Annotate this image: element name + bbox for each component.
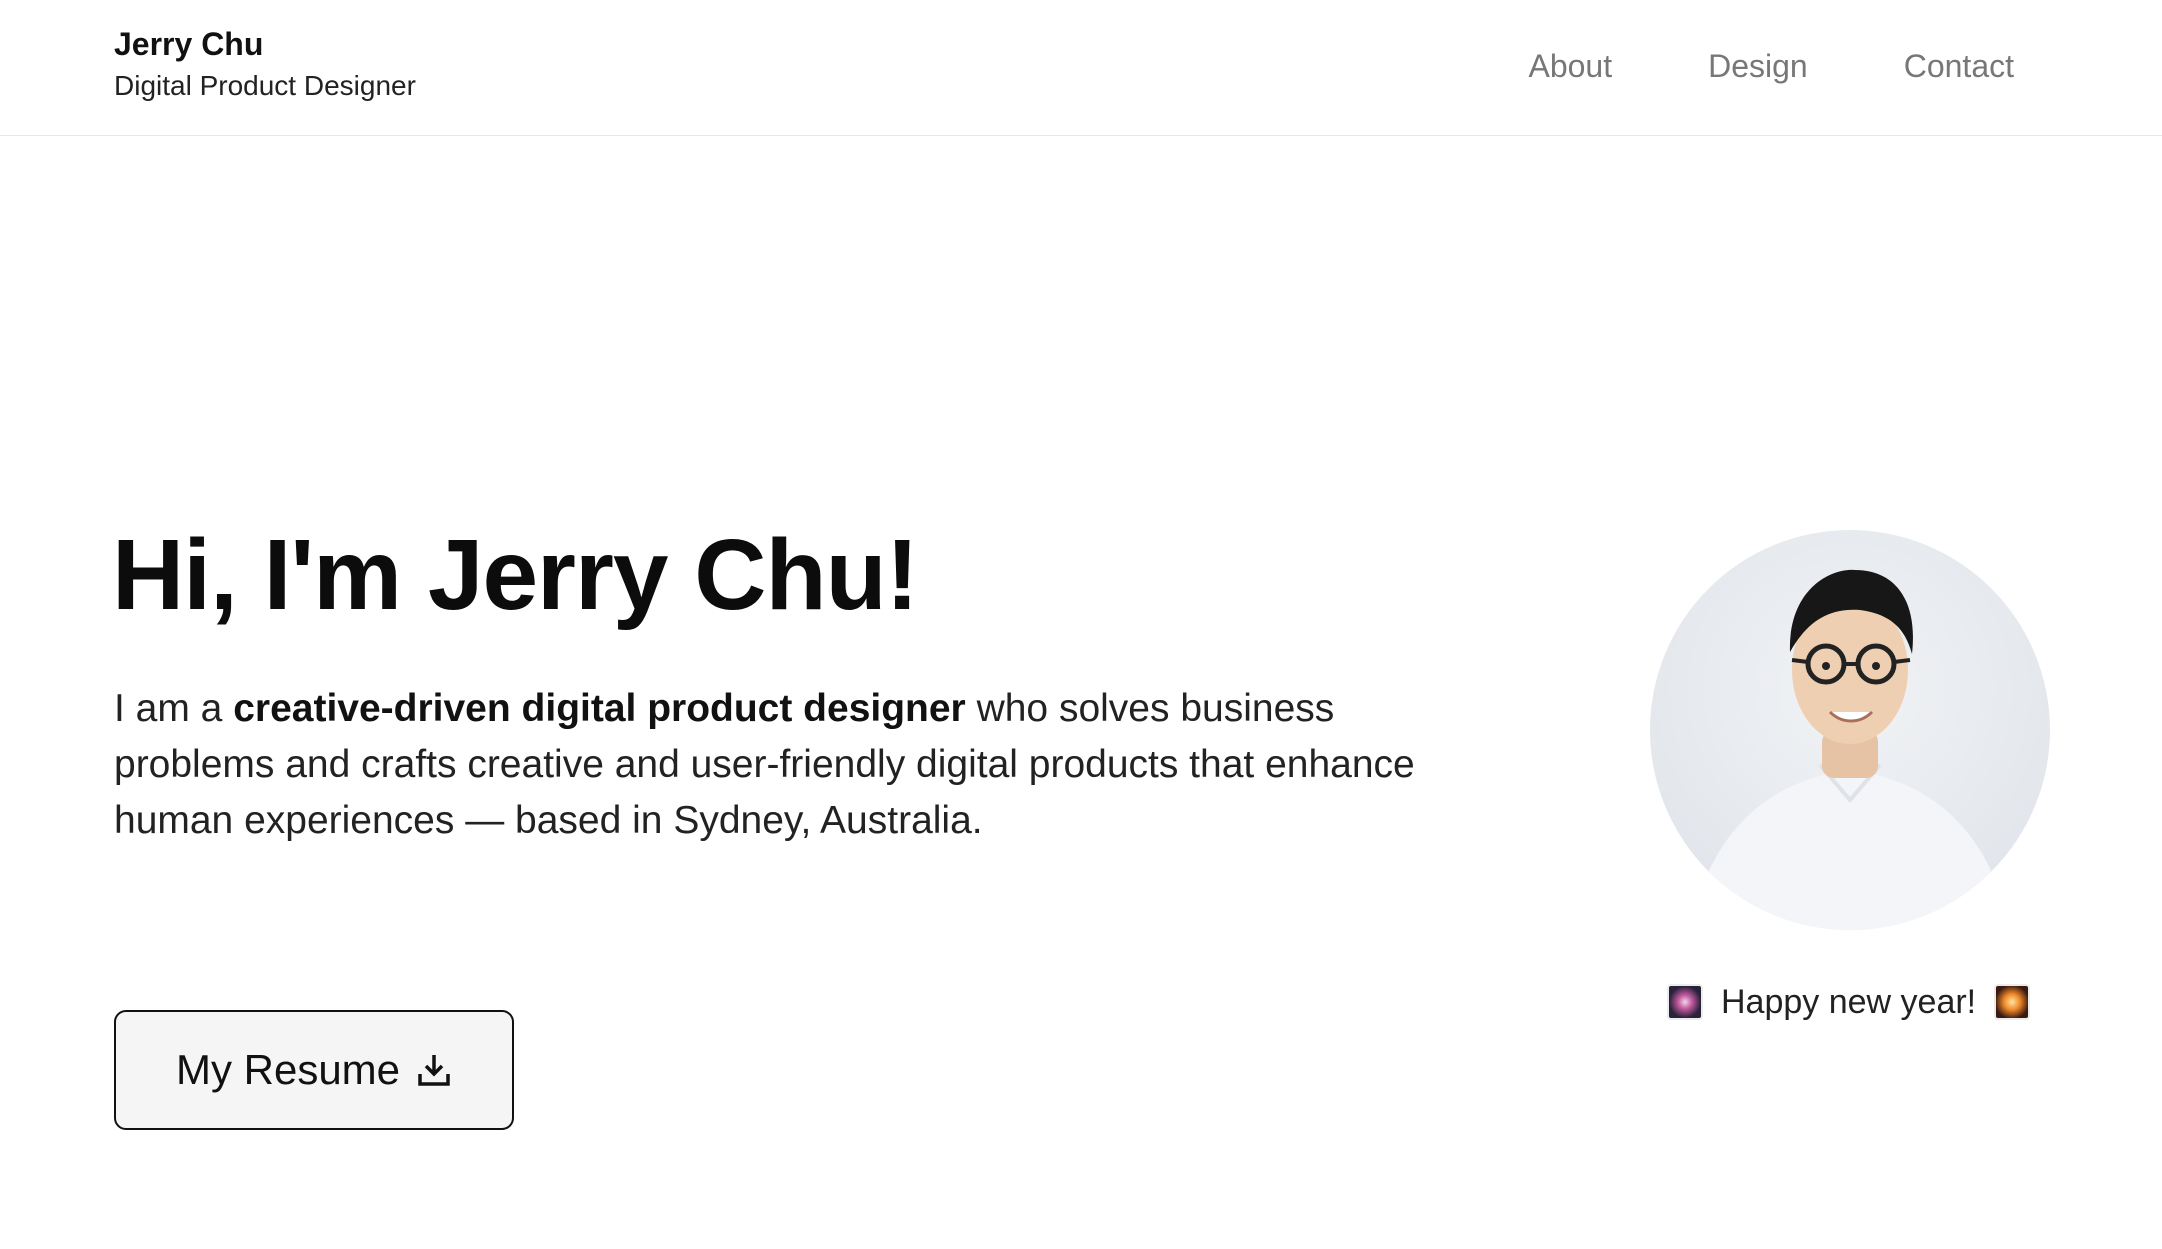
new-year-greeting: Happy new year! <box>1667 978 2031 1026</box>
hero-title: Hi, I'm Jerry Chu! <box>112 519 919 631</box>
nav-about[interactable]: About <box>1528 44 1612 88</box>
main-nav: About Design Contact <box>1528 44 2014 88</box>
nav-design[interactable]: Design <box>1708 44 1808 88</box>
profile-avatar <box>1650 530 2050 930</box>
hero-intro: I am a creative-driven digital product d… <box>114 681 1444 849</box>
intro-prefix: I am a <box>114 687 234 730</box>
brand-role: Digital Product Designer <box>114 70 416 101</box>
intro-highlight: creative-driven digital product designer <box>233 687 966 730</box>
firework-burst-icon <box>1994 984 2031 1020</box>
resume-label: My Resume <box>175 1046 401 1093</box>
brand[interactable]: Jerry Chu Digital Product Designer <box>114 24 416 106</box>
download-icon <box>416 1052 452 1088</box>
nav-contact[interactable]: Contact <box>1904 44 2014 88</box>
resume-button[interactable]: My Resume <box>114 1010 514 1130</box>
site-header: Jerry Chu Digital Product Designer About… <box>0 0 2162 136</box>
greeting-text: Happy new year! <box>1721 983 1977 1021</box>
brand-name: Jerry Chu <box>114 26 264 62</box>
portfolio-page: Jerry Chu Digital Product Designer About… <box>0 0 2162 1249</box>
fireworks-icon <box>1667 984 1703 1020</box>
